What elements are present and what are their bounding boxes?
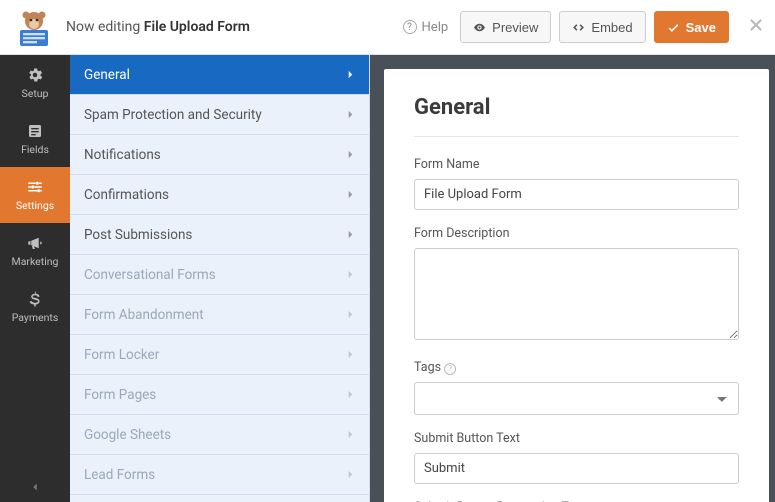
submenu-label: Form Locker: [84, 347, 159, 363]
chevron-right-icon: [346, 270, 355, 279]
save-button[interactable]: Save: [654, 11, 729, 43]
editing-title: Now editing File Upload Form: [66, 19, 250, 35]
save-label: Save: [686, 20, 716, 35]
help-link[interactable]: ? Help: [403, 20, 449, 35]
content-panel[interactable]: General Form Name Form Description Tags …: [384, 69, 769, 502]
embed-button[interactable]: Embed: [559, 11, 645, 43]
label-form-name: Form Name: [414, 157, 739, 172]
chevron-right-icon: [346, 430, 355, 439]
chevron-right-icon: [346, 350, 355, 359]
embed-label: Embed: [591, 20, 632, 35]
rail-label: Setup: [22, 87, 49, 100]
submenu-item-post-submissions[interactable]: Post Submissions: [70, 215, 369, 255]
app-logo: [12, 5, 56, 49]
editing-prefix: Now editing: [66, 19, 140, 35]
field-form-description: Form Description: [414, 226, 739, 344]
submenu-item-general[interactable]: General: [70, 55, 369, 95]
rail-item-setup[interactable]: Setup: [0, 55, 70, 111]
chevron-right-icon: [346, 470, 355, 479]
submenu-label: Post Submissions: [84, 227, 192, 243]
submenu-label: Google Sheets: [84, 427, 171, 443]
rail-item-marketing[interactable]: Marketing: [0, 223, 70, 279]
chevron-right-icon: [346, 70, 355, 79]
check-icon: [667, 21, 680, 34]
field-tags: Tags ?: [414, 360, 739, 415]
code-icon: [572, 21, 585, 34]
label-tags: Tags ?: [414, 360, 739, 375]
chevron-right-icon: [346, 390, 355, 399]
submenu-label: Form Pages: [84, 387, 156, 403]
submenu-label: Lead Forms: [84, 467, 155, 483]
content-wrap: General Form Name Form Description Tags …: [370, 55, 775, 502]
rail-item-settings[interactable]: Settings: [0, 167, 70, 223]
editing-form-name: File Upload Form: [144, 19, 250, 35]
submenu-item-form-pages[interactable]: Form Pages: [70, 375, 369, 415]
submenu-item-conversational-forms[interactable]: Conversational Forms: [70, 255, 369, 295]
submenu-item-spam[interactable]: Spam Protection and Security: [70, 95, 369, 135]
submenu-item-notifications[interactable]: Notifications: [70, 135, 369, 175]
input-form-name[interactable]: [414, 179, 739, 210]
submenu-item-google-sheets[interactable]: Google Sheets: [70, 415, 369, 455]
close-icon: [747, 16, 765, 34]
chevron-right-icon: [346, 310, 355, 319]
help-icon: ?: [403, 20, 417, 34]
main: Setup Fields Settings Marketing Payments…: [0, 55, 775, 502]
field-form-name: Form Name: [414, 157, 739, 210]
textarea-form-description[interactable]: [414, 248, 739, 340]
rail-label: Payments: [12, 311, 59, 324]
chevron-right-icon: [346, 230, 355, 239]
rail-item-fields[interactable]: Fields: [0, 111, 70, 167]
submenu-item-lead-forms[interactable]: Lead Forms: [70, 455, 369, 495]
label-form-description: Form Description: [414, 226, 739, 241]
form-icon: [26, 122, 44, 140]
chevron-icon: [28, 480, 42, 494]
settings-submenu: General Spam Protection and Security Not…: [70, 55, 370, 502]
field-submit-text: Submit Button Text: [414, 431, 739, 484]
left-rail: Setup Fields Settings Marketing Payments: [0, 55, 70, 502]
submenu-label: Confirmations: [84, 187, 169, 203]
submenu-label: Conversational Forms: [84, 267, 216, 283]
chevron-right-icon: [346, 110, 355, 119]
chevron-right-icon: [346, 190, 355, 199]
dollar-icon: [26, 290, 44, 308]
rail-label: Settings: [16, 199, 54, 212]
eye-icon: [473, 21, 486, 34]
panel-title: General: [414, 95, 739, 137]
select-tags[interactable]: [414, 382, 739, 415]
rail-item-payments[interactable]: Payments: [0, 279, 70, 335]
help-label: Help: [422, 20, 449, 35]
megaphone-icon: [26, 234, 44, 252]
top-bar: Now editing File Upload Form ? Help Prev…: [0, 0, 775, 55]
submenu-item-confirmations[interactable]: Confirmations: [70, 175, 369, 215]
sliders-icon: [26, 178, 44, 196]
rail-label: Fields: [21, 143, 49, 156]
submenu-label: Spam Protection and Security: [84, 107, 262, 123]
preview-label: Preview: [492, 20, 538, 35]
submenu-item-form-locker[interactable]: Form Locker: [70, 335, 369, 375]
label-submit-text: Submit Button Text: [414, 431, 739, 446]
submenu-label: General: [84, 67, 130, 83]
submenu-label: Notifications: [84, 147, 161, 163]
submenu-label: Form Abandonment: [84, 307, 204, 323]
rail-label: Marketing: [12, 255, 59, 268]
gear-icon: [26, 66, 44, 84]
rail-collapse[interactable]: [0, 472, 70, 502]
chevron-right-icon: [346, 150, 355, 159]
close-button[interactable]: [747, 16, 765, 38]
preview-button[interactable]: Preview: [460, 11, 551, 43]
help-icon[interactable]: ?: [444, 363, 456, 375]
input-submit-text[interactable]: [414, 453, 739, 484]
submenu-item-form-abandonment[interactable]: Form Abandonment: [70, 295, 369, 335]
